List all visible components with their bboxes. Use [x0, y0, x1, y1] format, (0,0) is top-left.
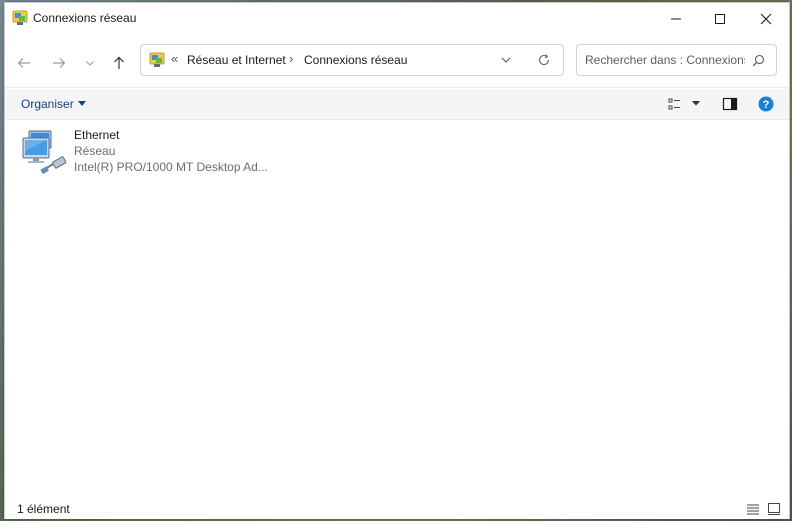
details-view-icon[interactable]	[746, 502, 760, 516]
item-count: 1 élément	[17, 502, 70, 516]
search-placeholder[interactable]: Rechercher dans : Connexions réseau	[585, 53, 745, 67]
network-connections-icon	[149, 52, 165, 67]
back-button[interactable]	[13, 52, 35, 74]
address-bar[interactable]: « Réseau et Internet › Connexions réseau	[140, 44, 564, 76]
organiser-menu[interactable]: Organiser	[21, 97, 74, 111]
item-name: Ethernet	[74, 128, 120, 142]
network-connections-icon	[12, 10, 28, 25]
window-title: Connexions réseau	[33, 11, 137, 25]
maximize-icon	[715, 14, 725, 24]
breadcrumb-separator[interactable]: ›	[289, 51, 293, 66]
caret-down-icon[interactable]	[78, 101, 86, 107]
preview-pane-icon[interactable]	[722, 96, 738, 112]
address-history-chevron-icon[interactable]	[500, 54, 512, 66]
navigation-bar: « Réseau et Internet › Connexions réseau…	[5, 37, 789, 88]
command-bar: Organiser ?	[5, 89, 789, 120]
explorer-window: Connexions réseau « Réseau et Internet ›…	[4, 2, 790, 519]
help-icon[interactable]: ?	[758, 96, 774, 112]
arrow-up-icon	[114, 56, 124, 69]
item-status: Réseau	[74, 144, 116, 158]
search-icon[interactable]	[752, 54, 765, 67]
minimize-button[interactable]	[653, 3, 699, 35]
close-button[interactable]	[743, 3, 789, 35]
arrow-right-icon	[53, 58, 66, 68]
breadcrumb-item-reseau-internet[interactable]: Réseau et Internet	[187, 53, 286, 67]
status-bar: 1 élément	[5, 499, 789, 519]
chevron-down-icon	[86, 61, 94, 66]
search-box[interactable]: Rechercher dans : Connexions réseau	[576, 44, 777, 76]
large-icons-view-icon[interactable]	[767, 502, 781, 516]
refresh-icon[interactable]	[537, 53, 551, 67]
list-item-ethernet[interactable]: Ethernet Réseau Intel(R) PRO/1000 MT Des…	[18, 127, 278, 179]
arrow-left-icon	[17, 58, 30, 68]
view-dropdown-icon[interactable]	[691, 98, 701, 108]
breadcrumb-overflow[interactable]: «	[171, 51, 178, 66]
recent-locations-button[interactable]	[79, 52, 101, 74]
view-options-icon[interactable]	[668, 96, 684, 112]
maximize-button[interactable]	[697, 3, 743, 35]
breadcrumb-item-connexions-reseau[interactable]: Connexions réseau	[304, 53, 407, 67]
file-list[interactable]: Ethernet Réseau Intel(R) PRO/1000 MT Des…	[5, 120, 789, 500]
svg-text:?: ?	[763, 99, 770, 111]
item-adapter: Intel(R) PRO/1000 MT Desktop Ad...	[74, 160, 268, 174]
ethernet-adapter-icon	[22, 130, 67, 175]
close-icon	[760, 13, 772, 25]
minimize-icon	[671, 18, 681, 20]
up-button[interactable]	[108, 52, 130, 74]
forward-button[interactable]	[48, 52, 70, 74]
title-bar[interactable]: Connexions réseau	[5, 3, 789, 35]
